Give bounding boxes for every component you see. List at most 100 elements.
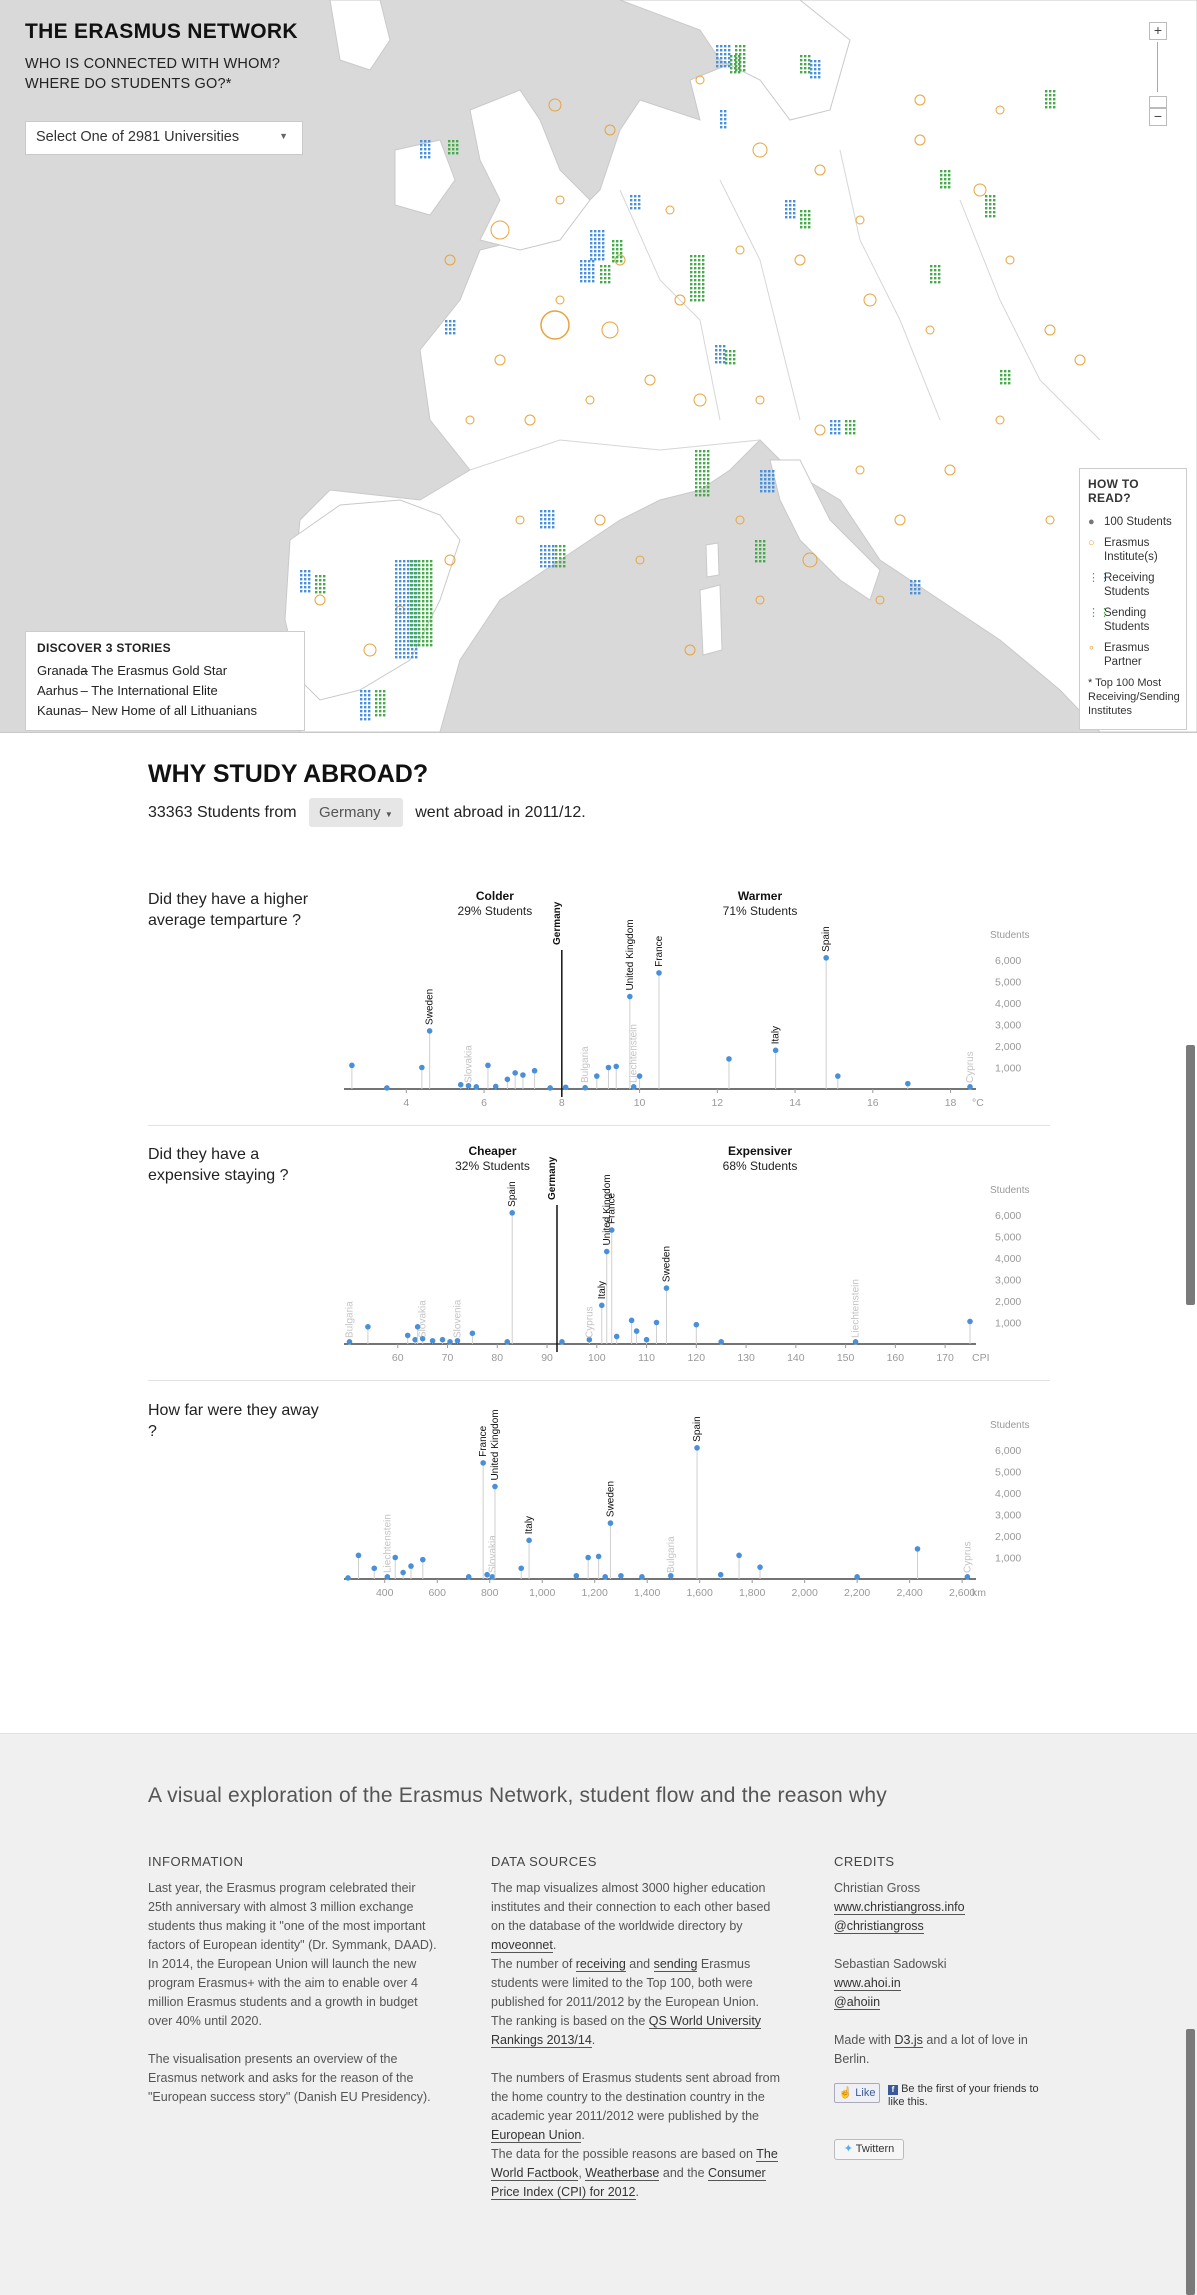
chart-point[interactable]: [419, 1064, 425, 1089]
story-link-kaunas[interactable]: Kaunas – New Home of all Lithuanians: [37, 701, 293, 721]
story-link-aarhus[interactable]: Aarhus – The International Elite: [37, 681, 293, 701]
chart-point[interactable]: [447, 1339, 453, 1345]
chart-point[interactable]: [384, 1085, 390, 1091]
point-dot[interactable]: [633, 1328, 640, 1334]
chart-point[interactable]: [562, 1084, 569, 1091]
chart-point-slovenia[interactable]: Slovenia: [452, 1299, 463, 1344]
sending-link[interactable]: sending: [653, 1957, 698, 1972]
country-select[interactable]: Germany ▼: [309, 798, 403, 827]
point-dot[interactable]: [656, 970, 662, 976]
point-dot[interactable]: [473, 1084, 480, 1090]
european-union-link[interactable]: European Union: [491, 2128, 582, 2143]
chart-point[interactable]: [595, 1553, 602, 1579]
point-dot[interactable]: [618, 1572, 624, 1579]
point-dot[interactable]: [582, 1084, 588, 1091]
point-dot[interactable]: [967, 1318, 973, 1325]
point-dot[interactable]: [605, 1064, 612, 1071]
point-dot[interactable]: [585, 1554, 591, 1561]
point-dot[interactable]: [595, 1553, 602, 1560]
point-dot[interactable]: [603, 1248, 610, 1255]
chart-point[interactable]: [349, 1062, 355, 1089]
point-dot[interactable]: [967, 1084, 973, 1090]
chart-point[interactable]: [585, 1554, 591, 1579]
point-dot[interactable]: [772, 1047, 779, 1054]
chart-point[interactable]: [967, 1318, 973, 1344]
chart-point[interactable]: [693, 1321, 700, 1344]
point-dot[interactable]: [365, 1324, 371, 1330]
point-dot[interactable]: [349, 1062, 355, 1069]
institute-marker[interactable]: [548, 98, 562, 112]
chart-point[interactable]: [408, 1563, 414, 1579]
point-dot[interactable]: [643, 1336, 650, 1343]
point-dot[interactable]: [613, 1063, 620, 1070]
institute-marker[interactable]: [604, 124, 616, 136]
chart-point[interactable]: [365, 1324, 371, 1344]
chart-point[interactable]: [439, 1336, 446, 1344]
chart-point[interactable]: [905, 1080, 911, 1089]
point-dot[interactable]: [345, 1575, 351, 1581]
chart-point[interactable]: [757, 1564, 763, 1579]
chart-point[interactable]: [914, 1546, 921, 1579]
point-dot[interactable]: [757, 1564, 763, 1570]
point-dot[interactable]: [717, 1571, 724, 1578]
ahoiin-twitter-link[interactable]: @ahoiin: [834, 1995, 881, 2010]
chart-point-liechtenstein[interactable]: Liechtenstein: [851, 1279, 862, 1345]
chart-point[interactable]: [594, 1073, 600, 1089]
chart-point[interactable]: [404, 1332, 411, 1344]
chart-point-sweden[interactable]: Sweden: [425, 989, 436, 1089]
chart-point[interactable]: [613, 1333, 620, 1344]
point-dot[interactable]: [384, 1574, 391, 1580]
chart-point[interactable]: [618, 1572, 624, 1579]
point-dot[interactable]: [854, 1574, 860, 1580]
institute-marker[interactable]: [875, 595, 885, 605]
zoom-in-button[interactable]: +: [1149, 22, 1167, 40]
point-dot[interactable]: [852, 1339, 859, 1345]
moveonnet-link[interactable]: moveonnet: [491, 1938, 553, 1953]
point-dot[interactable]: [573, 1572, 580, 1579]
point-dot[interactable]: [653, 1319, 660, 1326]
point-dot[interactable]: [489, 1574, 496, 1580]
chart-point[interactable]: [643, 1336, 650, 1344]
point-dot[interactable]: [518, 1565, 525, 1572]
d3js-link[interactable]: D3.js: [894, 2033, 923, 2048]
chart-point[interactable]: [717, 1571, 724, 1579]
point-dot[interactable]: [371, 1565, 378, 1572]
point-dot[interactable]: [439, 1336, 446, 1343]
point-dot[interactable]: [726, 1056, 732, 1062]
point-dot[interactable]: [512, 1070, 518, 1076]
point-dot[interactable]: [404, 1332, 411, 1339]
point-dot[interactable]: [608, 1227, 615, 1233]
point-dot[interactable]: [400, 1569, 406, 1576]
chart-point[interactable]: [726, 1056, 732, 1089]
chart-point-france[interactable]: France: [654, 935, 665, 1089]
point-dot[interactable]: [480, 1460, 486, 1466]
point-dot[interactable]: [392, 1554, 399, 1561]
twitter-tweet-button[interactable]: ✦ Twittern: [834, 2139, 904, 2160]
point-dot[interactable]: [602, 1574, 608, 1580]
chart-point[interactable]: [736, 1552, 742, 1579]
point-dot[interactable]: [531, 1067, 538, 1074]
chart-point-sweden[interactable]: Sweden: [605, 1481, 616, 1579]
scrollbar-thumb-lower[interactable]: [1186, 2029, 1195, 2295]
chart-point[interactable]: [628, 1317, 635, 1344]
point-dot[interactable]: [509, 1210, 516, 1216]
institute-marker[interactable]: [802, 552, 818, 568]
chart-point-italy[interactable]: Italy: [524, 1516, 535, 1579]
point-dot[interactable]: [613, 1333, 620, 1340]
institute-marker[interactable]: [735, 515, 745, 525]
chart-point[interactable]: [520, 1072, 526, 1089]
point-dot[interactable]: [694, 1445, 700, 1451]
institute-marker[interactable]: [635, 555, 645, 565]
chart-point[interactable]: [504, 1339, 511, 1345]
chart-point-slovakia[interactable]: Slovakia: [487, 1535, 498, 1580]
chart-point[interactable]: [633, 1328, 640, 1344]
chart-point-bulgaria[interactable]: Bulgaria: [580, 1046, 591, 1091]
christiangross-twitter-link[interactable]: @christiangross: [834, 1919, 924, 1934]
zoom-out-button[interactable]: −: [1149, 108, 1167, 126]
point-dot[interactable]: [718, 1339, 724, 1345]
chart-point[interactable]: [653, 1319, 660, 1344]
point-dot[interactable]: [384, 1085, 390, 1091]
point-dot[interactable]: [355, 1552, 362, 1559]
chart-point[interactable]: [485, 1062, 491, 1089]
chart-point-cyprus[interactable]: Cyprus: [965, 1051, 976, 1090]
